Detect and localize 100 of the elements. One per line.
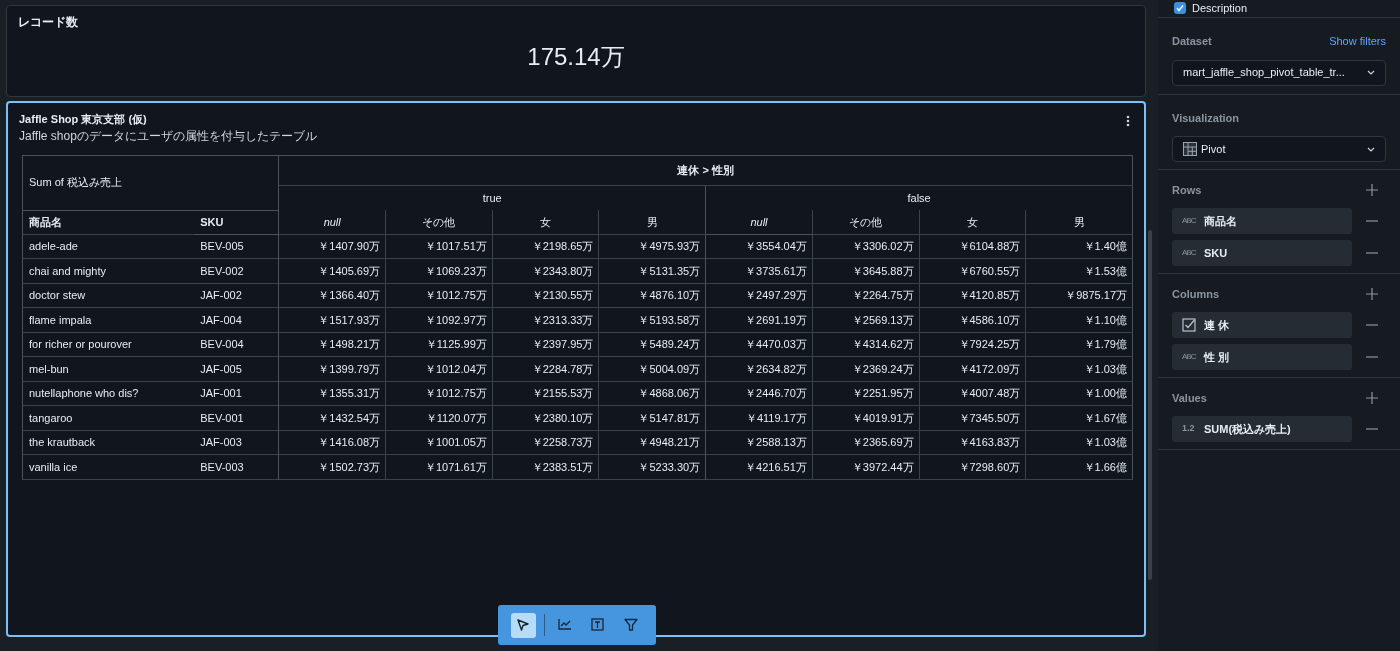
table-cell: ￥6104.88万	[919, 234, 1026, 259]
table-cell: ￥1.03億	[1025, 430, 1133, 455]
column-header: 男	[598, 210, 706, 234]
table-cell: ￥7298.60万	[919, 454, 1026, 479]
table-cell: ￥1498.21万	[278, 332, 386, 357]
table-cell: BEV-003	[194, 454, 279, 479]
table-cell: ￥1.66億	[1025, 454, 1133, 479]
table-cell: ￥4948.21万	[598, 430, 706, 455]
table-cell: flame impala	[22, 307, 195, 332]
table-cell: ￥5147.81万	[598, 405, 706, 430]
table-cell: ￥1012.75万	[385, 283, 493, 308]
table-cell: ￥2383.51万	[492, 454, 599, 479]
table-cell: ￥7924.25万	[919, 332, 1026, 357]
field-pill[interactable]: ABC 商品名	[1172, 208, 1352, 234]
table-cell: ￥4470.03万	[705, 332, 813, 357]
table-cell: ￥3554.04万	[705, 234, 813, 259]
row-header: SKU	[194, 210, 279, 234]
table-cell: JAF-001	[194, 381, 279, 406]
column-group-header: false	[705, 185, 1133, 210]
table-cell: ￥2365.69万	[812, 430, 920, 455]
field-pill[interactable]: ABC 性 別	[1172, 344, 1352, 370]
column-header: null	[705, 210, 813, 234]
table-cell: ￥4007.48万	[919, 381, 1026, 406]
scrollbar[interactable]	[1148, 230, 1152, 580]
table-cell: ￥1017.51万	[385, 234, 493, 259]
table-cell: ￥4216.51万	[705, 454, 813, 479]
table-cell: ￥2264.75万	[812, 283, 920, 308]
corner-label: Sum of 税込み売上	[22, 155, 279, 210]
table-cell: JAF-003	[194, 430, 279, 455]
plus-icon[interactable]	[1366, 184, 1378, 196]
table-cell: ￥1120.07万	[385, 405, 493, 430]
table-cell: ￥5131.35万	[598, 258, 706, 283]
row-header: 商品名	[22, 210, 195, 234]
table-cell: ￥4163.83万	[919, 430, 1026, 455]
plus-icon[interactable]	[1366, 288, 1378, 300]
table-cell: BEV-001	[194, 405, 279, 430]
table-cell: ￥2634.82万	[705, 356, 813, 381]
table-cell: ￥2691.19万	[705, 307, 813, 332]
column-header: その他	[385, 210, 493, 234]
table-cell: ￥3645.88万	[812, 258, 920, 283]
dropdown[interactable]: mart_jaffle_shop_pivot_table_tr...	[1172, 59, 1386, 86]
table-cell: JAF-004	[194, 307, 279, 332]
section-label: Values	[1172, 390, 1207, 406]
table-cell: nutellaphone who dis?	[22, 381, 195, 406]
table-cell: BEV-004	[194, 332, 279, 357]
text-box-icon	[589, 617, 606, 633]
table-cell: ￥4314.62万	[812, 332, 920, 357]
table-cell: ￥3306.02万	[812, 234, 920, 259]
field-pill[interactable]: ABC SKU	[1172, 240, 1352, 266]
table-cell: BEV-005	[194, 234, 279, 259]
table-cell: ￥1432.54万	[278, 405, 386, 430]
table-cell: ￥1.03億	[1025, 356, 1133, 381]
table-cell: ￥1416.08万	[278, 430, 386, 455]
table-cell: ￥4876.10万	[598, 283, 706, 308]
checkbox-icon	[1182, 318, 1196, 332]
column-group-title: 連休 > 性別	[278, 155, 1133, 185]
field-pill[interactable]: 連 休	[1172, 312, 1352, 338]
table-cell: ￥4119.17万	[705, 405, 813, 430]
plus-icon[interactable]	[1366, 392, 1378, 404]
field-type-label: ABC	[1182, 353, 1196, 361]
section-label: Rows	[1172, 182, 1202, 198]
table-cell: ￥2284.78万	[492, 356, 599, 381]
card-title: Jaffle Shop 東京支部 (仮)	[19, 112, 147, 127]
card-description: Jaffle shopのデータにユーザの属性を付与したテーブル	[19, 128, 317, 143]
tool-button[interactable]	[511, 612, 536, 638]
table-cell: ￥1399.79万	[278, 356, 386, 381]
table-cell: ￥2497.29万	[705, 283, 813, 308]
table-cell: doctor stew	[22, 283, 195, 308]
check-icon	[1176, 4, 1184, 12]
table-cell: ￥1092.97万	[385, 307, 493, 332]
table-cell: ￥2380.10万	[492, 405, 599, 430]
table-cell: for richer or pourover	[22, 332, 195, 357]
column-group-header: true	[278, 185, 706, 210]
table-cell: ￥1407.90万	[278, 234, 386, 259]
table-cell: ￥1069.23万	[385, 258, 493, 283]
table-cell: ￥3972.44万	[812, 454, 920, 479]
metric-value: 175.14万	[527, 42, 625, 72]
dropdown[interactable]: Pivot	[1172, 136, 1386, 162]
chevron-down-icon	[1367, 70, 1375, 75]
table-cell: ￥2397.95万	[492, 332, 599, 357]
table-cell: adele-ade	[22, 234, 195, 259]
table-cell: ￥2258.73万	[492, 430, 599, 455]
table-cell: ￥4172.09万	[919, 356, 1026, 381]
field-pill[interactable]: 1.2 SUM(税込み売上)	[1172, 416, 1352, 442]
table-cell: ￥2155.53万	[492, 381, 599, 406]
table-cell: ￥2569.13万	[812, 307, 920, 332]
line-chart-icon	[557, 617, 574, 633]
table-cell: ￥4868.06万	[598, 381, 706, 406]
table-cell: ￥5004.09万	[598, 356, 706, 381]
chart-card[interactable]	[6, 101, 1146, 637]
section-label: Visualization	[1172, 110, 1240, 126]
table-cell: ￥2198.65万	[492, 234, 599, 259]
show-filters-link[interactable]: Show filters	[1329, 33, 1386, 50]
table-cell: ￥2251.95万	[812, 381, 920, 406]
checkbox[interactable]	[1174, 2, 1186, 14]
more-icon[interactable]	[1126, 115, 1130, 127]
table-cell: ￥1.10億	[1025, 307, 1133, 332]
dropdown-value: mart_jaffle_shop_pivot_table_tr...	[1183, 65, 1346, 81]
table-cell: ￥5233.30万	[598, 454, 706, 479]
column-header: 女	[919, 210, 1026, 234]
